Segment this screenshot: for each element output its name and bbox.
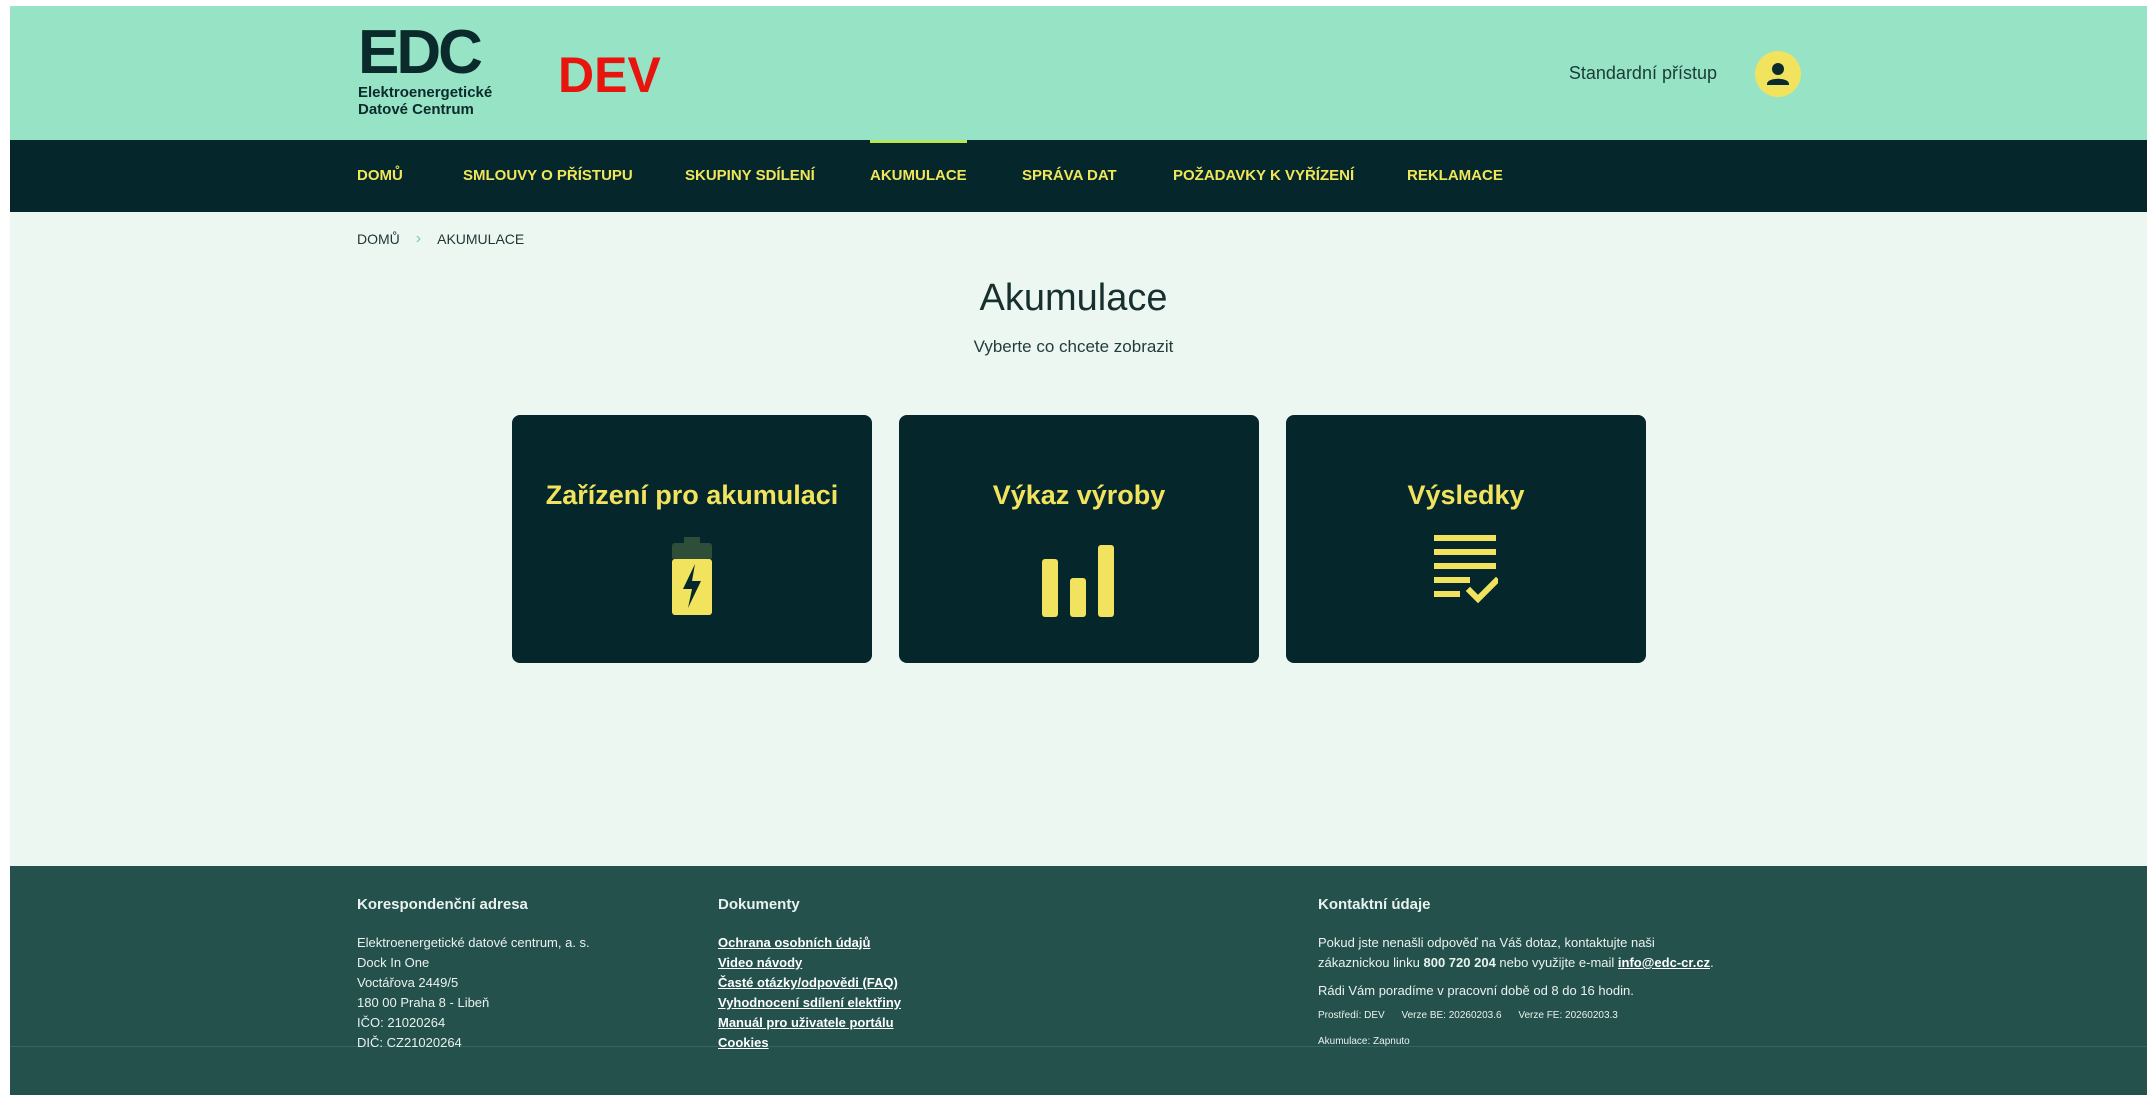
header: EDC Elektroenergetické Datové Centrum DE…: [10, 6, 2147, 140]
contact-email-link[interactable]: info@edc-cr.cz: [1618, 955, 1710, 970]
footer-contact: Kontaktní údaje Pokud jste nenašli odpov…: [1318, 896, 1714, 1049]
nav-item-domu[interactable]: DOMŮ: [357, 140, 403, 212]
nav-item-sprava-dat[interactable]: SPRÁVA DAT: [1022, 140, 1117, 212]
card-zarizeni-pro-akumulaci[interactable]: Zařízení pro akumulaci: [512, 415, 872, 663]
contact-hours: Rádi Vám poradíme v pracovní době od 8 d…: [1318, 983, 1634, 998]
checklist-icon: [1434, 535, 1501, 612]
contact-text-c: nebo využijte e-mail: [1495, 955, 1618, 970]
footer-documents: Dokumenty Ochrana osobních údajů Video n…: [718, 896, 901, 1053]
card-title: Výsledky: [1407, 480, 1525, 510]
version-be: Verze BE: 20260203.6: [1401, 1010, 1502, 1021]
link-vyhodnoceni-sdileni[interactable]: Vyhodnocení sdílení elektřiny: [718, 993, 901, 1013]
link-cookies[interactable]: Cookies: [718, 1033, 901, 1053]
contact-text: Pokud jste nenašli odpověď na Váš dotaz,…: [1318, 933, 1714, 973]
version-fe: Verze FE: 20260203.3: [1518, 1010, 1618, 1021]
footer: Korespondenční adresa Elektroenergetické…: [10, 866, 2147, 1095]
version-info: Prostředí: DEV Verze BE: 20260203.6 Verz…: [1318, 1009, 1714, 1023]
breadcrumb-current: AKUMULACE: [437, 231, 525, 247]
battery-charging-icon: [670, 537, 714, 620]
link-video-navody[interactable]: Video návody: [718, 953, 901, 973]
address-line: Elektroenergetické datové centrum, a. s.: [357, 935, 590, 950]
user-access-label: Standardní přístup: [1568, 63, 1717, 83]
breadcrumb-home-link[interactable]: DOMŮ: [357, 231, 400, 247]
bar-chart-icon: [1040, 545, 1118, 622]
footer-address: Korespondenční adresa Elektroenergetické…: [357, 896, 590, 1053]
address-line: 180 00 Praha 8 - Libeň: [357, 995, 490, 1010]
contact-phone[interactable]: 800 720 204: [1424, 955, 1496, 970]
address-line: Dock In One: [357, 955, 430, 970]
link-ochrana-udaju[interactable]: Ochrana osobních údajů: [718, 933, 901, 953]
footer-contact-heading: Kontaktní údaje: [1318, 896, 1431, 913]
logo[interactable]: EDC Elektroenergetické Datové Centrum: [358, 22, 528, 128]
breadcrumb: DOMŮ › AKUMULACE: [357, 230, 524, 248]
nav-item-pozadavky[interactable]: POŽADAVKY K VYŘÍZENÍ: [1173, 140, 1354, 212]
card-title: Zařízení pro akumulaci: [545, 480, 839, 510]
footer-documents-heading: Dokumenty: [718, 896, 800, 913]
env-info: Prostředí: DEV: [1318, 1010, 1385, 1021]
link-manual[interactable]: Manuál pro uživatele portálu: [718, 1013, 901, 1033]
address-line: Voctářova 2449/5: [357, 975, 459, 990]
footer-divider: [10, 1046, 2147, 1047]
link-faq[interactable]: Časté otázky/odpovědi (FAQ): [718, 973, 901, 993]
footer-address-heading: Korespondenční adresa: [357, 896, 528, 913]
address-line: IČO: 21020264: [357, 1015, 446, 1030]
nav-item-akumulace[interactable]: AKUMULACE: [870, 140, 967, 212]
address-line: DIČ: CZ21020264: [357, 1035, 462, 1050]
main-navigation: DOMŮ SMLOUVY O PŘÍSTUPU SKUPINY SDÍLENÍ …: [10, 140, 2147, 212]
accumulation-status: Akumulace: Zapnuto: [1318, 1036, 1410, 1047]
nav-item-reklamace[interactable]: REKLAMACE: [1407, 140, 1503, 212]
page-title: Akumulace: [979, 277, 1168, 319]
card-vykaz-vyroby[interactable]: Výkaz výroby: [899, 415, 1259, 663]
contact-text-a: Pokud jste nenašli odpověď na Váš dotaz,…: [1318, 935, 1655, 950]
logo-text: Elektroenergetické Datové Centrum: [358, 84, 493, 118]
user-avatar-button[interactable]: [1755, 51, 1801, 97]
card-title: Výkaz výroby: [992, 480, 1166, 510]
contact-text-d: .: [1710, 955, 1714, 970]
window-frame-left: [0, 0, 10, 1095]
environment-badge: DEV: [558, 47, 661, 103]
nav-item-smlouvy[interactable]: SMLOUVY O PŘÍSTUPU: [463, 140, 633, 212]
nav-item-skupiny-sdileni[interactable]: SKUPINY SDÍLENÍ: [685, 140, 815, 212]
page-subtitle: Vyberte co chcete zobrazit: [973, 337, 1174, 356]
user-icon: [1767, 63, 1789, 85]
chevron-right-icon: ›: [415, 230, 422, 247]
contact-text-b: zákaznickou linku: [1318, 955, 1424, 970]
card-vysledky[interactable]: Výsledky: [1286, 415, 1646, 663]
logo-mark: EDC: [358, 18, 483, 87]
